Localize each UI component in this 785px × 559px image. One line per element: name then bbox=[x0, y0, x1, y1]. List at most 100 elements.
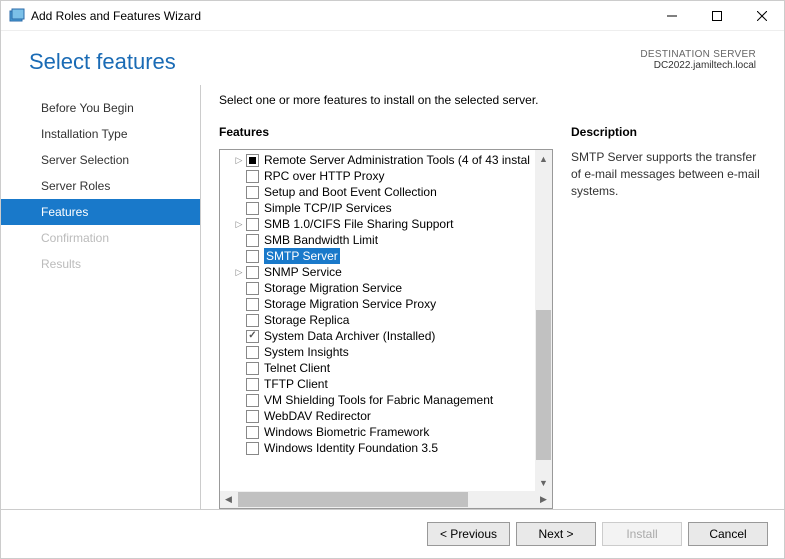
feature-row[interactable]: ▷RPC over HTTP Proxy bbox=[234, 168, 536, 184]
scroll-up-arrow[interactable]: ▲ bbox=[535, 150, 552, 167]
feature-row[interactable]: ▷WebDAV Redirector bbox=[234, 408, 536, 424]
feature-row[interactable]: ▷Storage Migration Service bbox=[234, 280, 536, 296]
panels: Features ▷ Remote Server Administration T… bbox=[219, 125, 766, 509]
sidebar-item-server-selection[interactable]: Server Selection bbox=[1, 147, 200, 173]
features-list: ▷ Remote Server Administration Tools (4 o… bbox=[220, 150, 552, 491]
feature-row[interactable]: ▷Telnet Client bbox=[234, 360, 536, 376]
feature-label[interactable]: Storage Replica bbox=[264, 312, 349, 328]
sidebar-item-features[interactable]: Features bbox=[1, 199, 200, 225]
sidebar-item-server-roles[interactable]: Server Roles bbox=[1, 173, 200, 199]
install-button: Install bbox=[602, 522, 682, 546]
vertical-scrollbar[interactable]: ▲ ▼ bbox=[535, 150, 552, 491]
feature-row[interactable]: ▷System Insights bbox=[234, 344, 536, 360]
next-button[interactable]: Next > bbox=[516, 522, 596, 546]
feature-checkbox[interactable] bbox=[246, 250, 259, 263]
feature-checkbox[interactable] bbox=[246, 378, 259, 391]
description-title: Description bbox=[571, 125, 766, 139]
feature-row[interactable]: ▷Storage Migration Service Proxy bbox=[234, 296, 536, 312]
close-button[interactable] bbox=[739, 1, 784, 31]
feature-checkbox[interactable] bbox=[246, 282, 259, 295]
feature-label[interactable]: Remote Server Administration Tools (4 of… bbox=[264, 152, 530, 168]
feature-label[interactable]: System Insights bbox=[264, 344, 349, 360]
feature-checkbox[interactable] bbox=[246, 154, 259, 167]
feature-label[interactable]: Telnet Client bbox=[264, 360, 330, 376]
feature-checkbox[interactable] bbox=[246, 298, 259, 311]
feature-row[interactable]: ▷ SNMP Service bbox=[234, 264, 536, 280]
feature-row[interactable]: ▷Windows Identity Foundation 3.5 bbox=[234, 440, 536, 456]
wizard-header: Select features DESTINATION SERVER DC202… bbox=[1, 31, 784, 85]
expand-icon[interactable]: ▷ bbox=[234, 267, 244, 277]
feature-label[interactable]: Windows Identity Foundation 3.5 bbox=[264, 440, 438, 456]
destination-value: DC2022.jamiltech.local bbox=[640, 60, 756, 71]
scroll-down-arrow[interactable]: ▼ bbox=[535, 474, 552, 491]
feature-checkbox[interactable] bbox=[246, 314, 259, 327]
previous-button[interactable]: < Previous bbox=[427, 522, 510, 546]
window-title: Add Roles and Features Wizard bbox=[31, 9, 649, 23]
feature-checkbox[interactable] bbox=[246, 218, 259, 231]
app-icon bbox=[9, 8, 25, 24]
horizontal-scrollbar[interactable]: ◀ ▶ bbox=[220, 491, 552, 508]
feature-checkbox[interactable] bbox=[246, 362, 259, 375]
maximize-button[interactable] bbox=[694, 1, 739, 31]
feature-row[interactable]: ▷SMB Bandwidth Limit bbox=[234, 232, 536, 248]
feature-row[interactable]: ▷ SMB 1.0/CIFS File Sharing Support bbox=[234, 216, 536, 232]
feature-row[interactable]: ▷VM Shielding Tools for Fabric Managemen… bbox=[234, 392, 536, 408]
window-controls bbox=[649, 1, 784, 31]
instruction-text: Select one or more features to install o… bbox=[219, 93, 766, 107]
feature-label[interactable]: SNMP Service bbox=[264, 264, 342, 280]
feature-label[interactable]: TFTP Client bbox=[264, 376, 328, 392]
vertical-scroll-thumb[interactable] bbox=[536, 310, 551, 460]
cancel-button[interactable]: Cancel bbox=[688, 522, 768, 546]
features-panel: Features ▷ Remote Server Administration T… bbox=[219, 125, 553, 509]
features-title: Features bbox=[219, 125, 553, 139]
feature-row[interactable]: ▷Setup and Boot Event Collection bbox=[234, 184, 536, 200]
feature-checkbox[interactable] bbox=[246, 394, 259, 407]
feature-label[interactable]: System Data Archiver (Installed) bbox=[264, 328, 435, 344]
feature-label[interactable]: Storage Migration Service Proxy bbox=[264, 296, 436, 312]
scroll-left-arrow[interactable]: ◀ bbox=[220, 491, 237, 508]
feature-row[interactable]: ▷SMTP Server bbox=[234, 248, 536, 264]
feature-checkbox[interactable] bbox=[246, 426, 259, 439]
feature-label[interactable]: SMB Bandwidth Limit bbox=[264, 232, 378, 248]
feature-checkbox[interactable] bbox=[246, 346, 259, 359]
horizontal-scroll-thumb[interactable] bbox=[238, 492, 468, 507]
feature-label[interactable]: RPC over HTTP Proxy bbox=[264, 168, 384, 184]
feature-label[interactable]: WebDAV Redirector bbox=[264, 408, 371, 424]
scroll-right-arrow[interactable]: ▶ bbox=[535, 491, 552, 508]
feature-row[interactable]: ▷System Data Archiver (Installed) bbox=[234, 328, 536, 344]
feature-checkbox[interactable] bbox=[246, 266, 259, 279]
feature-label[interactable]: Setup and Boot Event Collection bbox=[264, 184, 437, 200]
minimize-button[interactable] bbox=[649, 1, 694, 31]
feature-row[interactable]: ▷Windows Biometric Framework bbox=[234, 424, 536, 440]
feature-checkbox[interactable] bbox=[246, 330, 259, 343]
sidebar-item-results: Results bbox=[1, 251, 200, 277]
feature-checkbox[interactable] bbox=[246, 186, 259, 199]
feature-checkbox[interactable] bbox=[246, 234, 259, 247]
feature-checkbox[interactable] bbox=[246, 410, 259, 423]
feature-label[interactable]: Storage Migration Service bbox=[264, 280, 402, 296]
destination-info: DESTINATION SERVER DC2022.jamiltech.loca… bbox=[640, 49, 756, 71]
feature-checkbox[interactable] bbox=[246, 202, 259, 215]
feature-label[interactable]: SMTP Server bbox=[264, 248, 340, 264]
feature-label[interactable]: Windows Biometric Framework bbox=[264, 424, 429, 440]
description-panel: Description SMTP Server supports the tra… bbox=[571, 125, 766, 509]
sidebar-item-installation-type[interactable]: Installation Type bbox=[1, 121, 200, 147]
sidebar-item-confirmation: Confirmation bbox=[1, 225, 200, 251]
wizard-footer: < Previous Next > Install Cancel bbox=[1, 509, 784, 558]
description-text: SMTP Server supports the transfer of e-m… bbox=[571, 149, 766, 199]
feature-label[interactable]: SMB 1.0/CIFS File Sharing Support bbox=[264, 216, 453, 232]
feature-row[interactable]: ▷Storage Replica bbox=[234, 312, 536, 328]
page-title: Select features bbox=[29, 49, 176, 75]
features-listbox[interactable]: ▷ Remote Server Administration Tools (4 o… bbox=[219, 149, 553, 509]
feature-row[interactable]: ▷Simple TCP/IP Services bbox=[234, 200, 536, 216]
feature-label[interactable]: VM Shielding Tools for Fabric Management bbox=[264, 392, 493, 408]
feature-label[interactable]: Simple TCP/IP Services bbox=[264, 200, 392, 216]
feature-row[interactable]: ▷ Remote Server Administration Tools (4 o… bbox=[234, 152, 536, 168]
expand-icon[interactable]: ▷ bbox=[234, 155, 244, 165]
feature-checkbox[interactable] bbox=[246, 442, 259, 455]
sidebar-item-before-you-begin[interactable]: Before You Begin bbox=[1, 95, 200, 121]
feature-checkbox[interactable] bbox=[246, 170, 259, 183]
title-bar: Add Roles and Features Wizard bbox=[1, 1, 784, 31]
feature-row[interactable]: ▷TFTP Client bbox=[234, 376, 536, 392]
expand-icon[interactable]: ▷ bbox=[234, 219, 244, 229]
